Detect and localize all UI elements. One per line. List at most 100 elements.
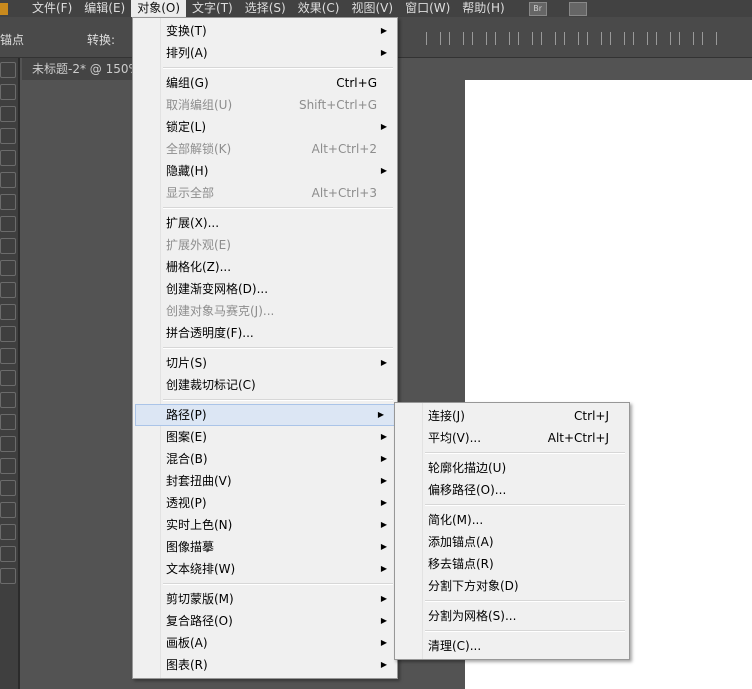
tool-icon[interactable] (0, 84, 16, 100)
align-icon[interactable] (564, 32, 579, 45)
menu-item[interactable]: 锁定(L) ▶ (133, 116, 397, 138)
menu-separator (395, 449, 629, 457)
menu-item[interactable]: 透视(P) ▶ (133, 492, 397, 514)
menu-item[interactable]: 图像描摹 ▶ (133, 536, 397, 558)
tool-icon[interactable] (0, 128, 16, 144)
tool-icon[interactable] (0, 106, 16, 122)
menu-item[interactable]: 平均(V)... Alt+Ctrl+J (395, 427, 629, 449)
menu-item[interactable]: 扩展(X)... (133, 212, 397, 234)
menu-item[interactable]: 添加锚点(A) (395, 531, 629, 553)
tool-icon[interactable] (0, 172, 16, 188)
tool-icon[interactable] (0, 238, 16, 254)
tool-icon[interactable] (0, 392, 16, 408)
menu-item[interactable]: 创建对象马赛克(J)... (133, 300, 397, 322)
align-icon[interactable] (702, 32, 717, 45)
menu-item[interactable]: 拼合透明度(F)... (133, 322, 397, 344)
align-icon[interactable] (495, 32, 510, 45)
menu-item[interactable]: 清理(C)... (395, 635, 629, 657)
tool-icon[interactable] (0, 62, 16, 78)
tool-icon[interactable] (0, 436, 16, 452)
align-icon[interactable] (656, 32, 671, 45)
menu-5[interactable]: 效果(C) (292, 0, 346, 17)
menu-item[interactable]: 路径(P) ▶ (135, 404, 395, 426)
menu-item[interactable]: 编组(G) Ctrl+G (133, 72, 397, 94)
align-icon[interactable] (633, 32, 648, 45)
menu-separator (133, 580, 397, 588)
menu-separator (133, 344, 397, 352)
tool-icon[interactable] (0, 414, 16, 430)
align-icon[interactable] (449, 32, 464, 45)
tool-icon[interactable] (0, 546, 16, 562)
menu-separator (133, 64, 397, 72)
menu-item-label: 锁定(L) (166, 120, 207, 134)
menu-item[interactable]: 连接(J) Ctrl+J (395, 405, 629, 427)
tool-icon[interactable] (0, 524, 16, 540)
menu-item-label: 复合路径(O) (166, 614, 233, 628)
menu-item[interactable]: 排列(A) ▶ (133, 42, 397, 64)
align-icon[interactable] (426, 32, 441, 45)
menu-0[interactable]: 文件(F) (26, 0, 78, 17)
align-icon[interactable] (541, 32, 556, 45)
menu-item-label: 显示全部 (166, 186, 215, 200)
tool-icon[interactable] (0, 304, 16, 320)
tool-icon[interactable] (0, 370, 16, 386)
menu-item[interactable]: 封套扭曲(V) ▶ (133, 470, 397, 492)
menu-item[interactable]: 复合路径(O) ▶ (133, 610, 397, 632)
menu-item[interactable]: 分割为网格(S)... (395, 605, 629, 627)
menu-item[interactable]: 实时上色(N) ▶ (133, 514, 397, 536)
tool-icon[interactable] (0, 502, 16, 518)
tool-icon[interactable] (0, 480, 16, 496)
menu-item[interactable]: 创建渐变网格(D)... (133, 278, 397, 300)
menu-8[interactable]: 帮助(H) (456, 0, 510, 17)
menu-item[interactable]: 扩展外观(E) (133, 234, 397, 256)
menu-item[interactable]: 分割下方对象(D) (395, 575, 629, 597)
menu-item[interactable]: 画板(A) ▶ (133, 632, 397, 654)
menu-item[interactable]: 轮廓化描边(U) (395, 457, 629, 479)
menu-item[interactable]: 变换(T) ▶ (133, 20, 397, 42)
menu-7[interactable]: 窗口(W) (399, 0, 456, 17)
align-icon[interactable] (518, 32, 533, 45)
align-icon[interactable] (610, 32, 625, 45)
menu-4[interactable]: 选择(S) (239, 0, 292, 17)
menu-item[interactable]: 移去锚点(R) (395, 553, 629, 575)
tool-icon[interactable] (0, 150, 16, 166)
submenu-arrow-icon: ▶ (380, 454, 387, 463)
menu-2[interactable]: 对象(O) (131, 0, 187, 17)
menu-1[interactable]: 编辑(E) (78, 0, 131, 17)
convert-label: 转换: (87, 33, 116, 47)
menu-item-label: 路径(P) (166, 408, 207, 422)
menu-item[interactable]: 隐藏(H) ▶ (133, 160, 397, 182)
menu-item[interactable]: 全部解锁(K) Alt+Ctrl+2 (133, 138, 397, 160)
tool-icon[interactable] (0, 216, 16, 232)
menu-item[interactable]: 文本绕排(W) ▶ (133, 558, 397, 580)
tool-icon[interactable] (0, 260, 16, 276)
menu-item[interactable]: 栅格化(Z)... (133, 256, 397, 278)
menu-6[interactable]: 视图(V) (345, 0, 399, 17)
menu-item[interactable]: 创建裁切标记(C) (133, 374, 397, 396)
tool-icon[interactable] (0, 194, 16, 210)
menu-item-label: 连接(J) (428, 409, 465, 423)
menu-item[interactable]: 图案(E) ▶ (133, 426, 397, 448)
menu-item[interactable]: 取消编组(U) Shift+Ctrl+G (133, 94, 397, 116)
menu-item[interactable]: 简化(M)... (395, 509, 629, 531)
menu-item-label: 清理(C)... (428, 639, 482, 653)
menu-item-label: 移去锚点(R) (428, 557, 494, 571)
align-icon[interactable] (587, 32, 602, 45)
tool-icon[interactable] (0, 282, 16, 298)
tool-icon[interactable] (0, 568, 16, 584)
tool-icon[interactable] (0, 458, 16, 474)
align-icon[interactable] (472, 32, 487, 45)
workspace-layout-icon[interactable] (568, 1, 587, 16)
menu-item-label: 取消编组(U) (166, 98, 233, 112)
menu-item[interactable]: 混合(B) ▶ (133, 448, 397, 470)
menu-item[interactable]: 切片(S) ▶ (133, 352, 397, 374)
tool-icon[interactable] (0, 348, 16, 364)
align-icon[interactable] (679, 32, 694, 45)
menu-item[interactable]: 偏移路径(O)... (395, 479, 629, 501)
menu-item[interactable]: 剪切蒙版(M) ▶ (133, 588, 397, 610)
menu-item[interactable]: 图表(R) ▶ (133, 654, 397, 676)
menu-item[interactable]: 显示全部 Alt+Ctrl+3 (133, 182, 397, 204)
menu-3[interactable]: 文字(T) (186, 0, 239, 17)
bridge-icon[interactable]: Br (528, 1, 547, 16)
tool-icon[interactable] (0, 326, 16, 342)
